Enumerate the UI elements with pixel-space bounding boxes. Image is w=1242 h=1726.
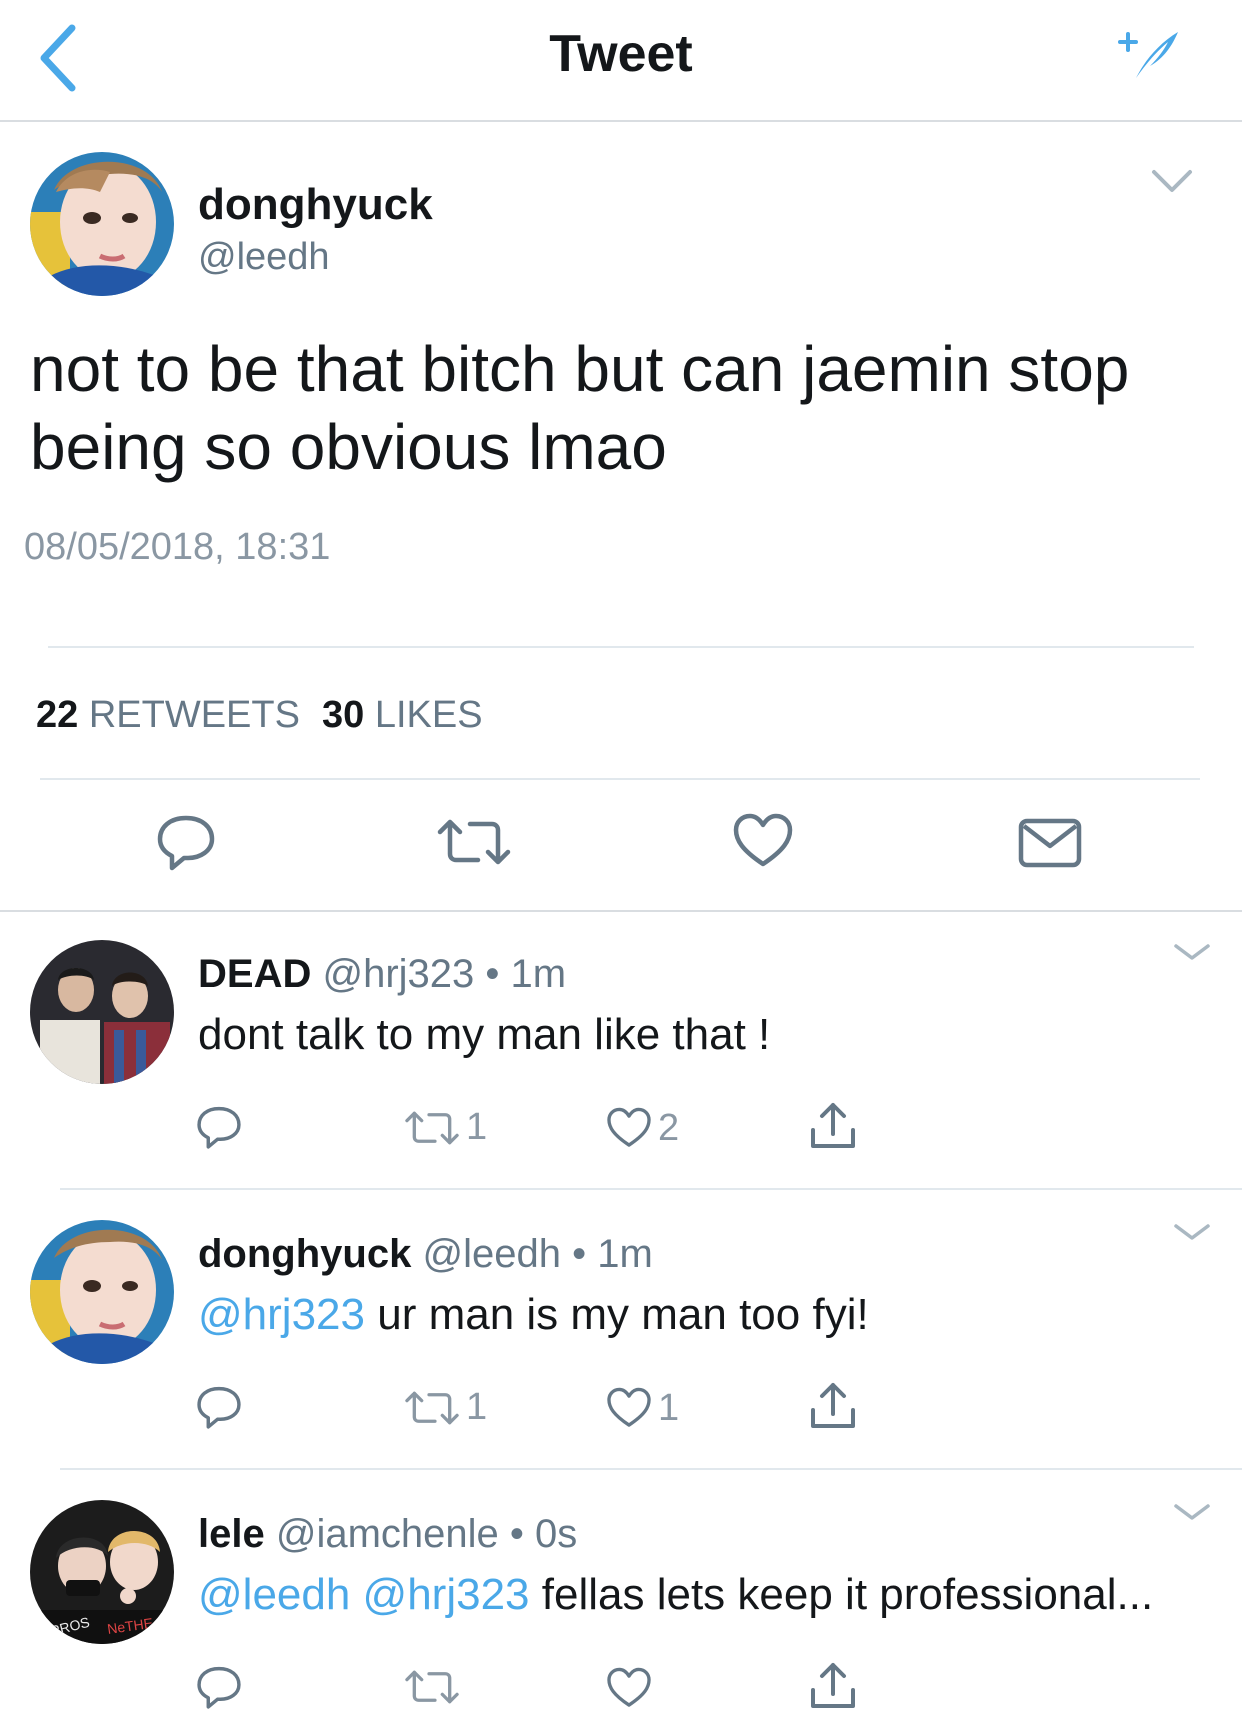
retweet-icon bbox=[405, 1111, 459, 1144]
separator-dot: • bbox=[485, 952, 500, 996]
divider bbox=[48, 646, 1194, 648]
chevron-down-icon[interactable] bbox=[1150, 166, 1194, 196]
retweet-icon[interactable] bbox=[436, 814, 512, 870]
avatar[interactable]: PROS NeTHE bbox=[30, 1500, 174, 1644]
divider bbox=[60, 1188, 1242, 1190]
like-button[interactable] bbox=[606, 1666, 658, 1710]
separator-dot: • bbox=[509, 1512, 524, 1556]
mention-link[interactable]: @leedh @hrj323 bbox=[198, 1570, 530, 1619]
reply-button[interactable] bbox=[196, 1384, 242, 1430]
reply-button[interactable] bbox=[196, 1104, 242, 1150]
share-button[interactable] bbox=[808, 1100, 858, 1152]
avatar[interactable] bbox=[30, 1220, 174, 1364]
tweet-actions bbox=[0, 804, 1242, 884]
reply-time: 1m bbox=[597, 1232, 653, 1276]
retweet-button[interactable]: 1 bbox=[404, 1386, 487, 1429]
separator-dot: • bbox=[572, 1232, 587, 1276]
reply-author-handle[interactable]: @hrj323 bbox=[322, 952, 474, 996]
reply-time: 0s bbox=[535, 1512, 578, 1556]
like-icon bbox=[607, 1387, 651, 1427]
direct-message-icon[interactable] bbox=[1018, 818, 1082, 868]
reply-icon bbox=[197, 1106, 241, 1149]
reply-icon bbox=[197, 1386, 241, 1429]
reply-text: @leedh @hrj323 fellas lets keep it profe… bbox=[198, 1570, 1154, 1619]
reply-text: @hrj323 ur man is my man too fyi! bbox=[198, 1290, 869, 1339]
like-button[interactable]: 1 bbox=[606, 1386, 679, 1430]
reply-author-name[interactable]: lele bbox=[198, 1512, 265, 1556]
compose-tweet-icon[interactable] bbox=[1114, 28, 1182, 82]
like-count: 2 bbox=[658, 1106, 680, 1149]
reply-author-name[interactable]: DEAD bbox=[198, 952, 311, 996]
like-count: 1 bbox=[658, 1386, 680, 1429]
chevron-down-icon[interactable] bbox=[1172, 940, 1212, 964]
divider bbox=[60, 1468, 1242, 1470]
retweet-button[interactable]: 1 bbox=[404, 1106, 487, 1149]
share-icon bbox=[811, 1663, 855, 1708]
avatar[interactable] bbox=[30, 152, 174, 296]
retweet-icon bbox=[405, 1391, 459, 1424]
chevron-down-icon[interactable] bbox=[1172, 1500, 1212, 1524]
chevron-down-icon[interactable] bbox=[1172, 1220, 1212, 1244]
divider bbox=[0, 910, 1242, 912]
tweet-timestamp: 08/05/2018, 18:31 bbox=[24, 526, 331, 568]
avatar[interactable] bbox=[30, 940, 174, 1084]
reply-time: 1m bbox=[510, 952, 567, 996]
share-icon bbox=[811, 1103, 855, 1148]
reply-header: lele @iamchenle • 0s bbox=[198, 1512, 577, 1557]
share-icon bbox=[811, 1383, 855, 1428]
mention-link[interactable]: @hrj323 bbox=[198, 1290, 365, 1339]
share-button[interactable] bbox=[808, 1380, 858, 1432]
reply-icon[interactable] bbox=[156, 812, 216, 872]
like-icon bbox=[607, 1107, 651, 1147]
divider bbox=[40, 778, 1200, 780]
like-button[interactable]: 2 bbox=[606, 1106, 679, 1150]
author-handle[interactable]: @leedh bbox=[198, 236, 330, 279]
retweet-count-link[interactable]: 22 RETWEETS bbox=[36, 694, 300, 736]
retweet-count: 1 bbox=[466, 1106, 488, 1148]
reply-author-handle[interactable]: @iamchenle bbox=[276, 1512, 499, 1556]
share-button[interactable] bbox=[808, 1660, 858, 1712]
like-icon[interactable] bbox=[732, 812, 794, 870]
page-title: Tweet bbox=[549, 25, 693, 83]
tweet-stats: 22 RETWEETS 30 LIKES bbox=[36, 694, 483, 737]
retweet-button[interactable] bbox=[404, 1666, 466, 1708]
navbar: Tweet bbox=[0, 0, 1242, 122]
like-icon bbox=[607, 1667, 651, 1707]
tweet-text: not to be that bitch but can jaemin stop… bbox=[30, 333, 1130, 483]
reply-header: donghyuck @leedh • 1m bbox=[198, 1232, 653, 1277]
reply-icon bbox=[197, 1666, 241, 1709]
retweet-icon bbox=[405, 1670, 459, 1704]
reply-text: dont talk to my man like that ! bbox=[198, 1010, 771, 1059]
retweet-count: 1 bbox=[466, 1386, 488, 1428]
like-count-link[interactable]: 30 LIKES bbox=[322, 694, 483, 736]
reply-button[interactable] bbox=[196, 1664, 242, 1710]
reply-author-handle[interactable]: @leedh bbox=[422, 1232, 560, 1276]
author-name[interactable]: donghyuck bbox=[198, 180, 433, 230]
reply-header: DEAD @hrj323 • 1m bbox=[198, 952, 566, 997]
reply-author-name[interactable]: donghyuck bbox=[198, 1232, 411, 1276]
